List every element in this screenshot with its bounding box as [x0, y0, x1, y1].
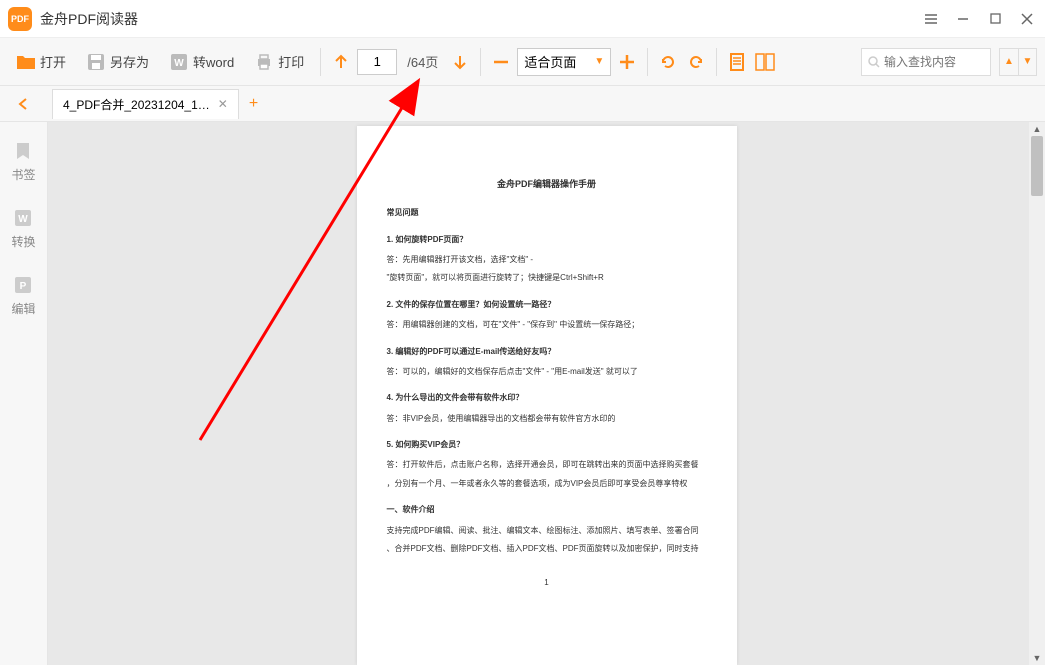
- tab-label: 4_PDF合并_20231204_1…: [63, 96, 210, 113]
- intro-header: 一、软件介绍: [387, 503, 707, 517]
- search-box[interactable]: [861, 48, 991, 76]
- single-page-view-button[interactable]: [725, 50, 749, 74]
- doc-title: 金舟PDF编辑器操作手册: [387, 176, 707, 192]
- separator: [480, 48, 481, 76]
- zoom-in-button[interactable]: [615, 50, 639, 74]
- convert-icon: W: [12, 207, 34, 229]
- search-next-button[interactable]: ▼: [1018, 49, 1036, 75]
- tab-close-button[interactable]: ✕: [218, 97, 228, 111]
- intro-1: 支持完成PDF编辑、阅读、批注、编辑文本、绘图标注、添加照片、填写表单、签署合同: [387, 524, 707, 538]
- q1: 1. 如何旋转PDF页面？: [387, 233, 707, 247]
- zoom-out-button[interactable]: [489, 50, 513, 74]
- search-prev-button[interactable]: ▲: [1000, 49, 1018, 75]
- tab-back-button[interactable]: [12, 93, 34, 115]
- a1-2: "旋转页面"，就可以将页面进行旋转了；快捷键是Ctrl+Shift+R: [387, 271, 707, 285]
- title-bar: PDF 金舟PDF阅读器: [0, 0, 1045, 38]
- a5-2: ，分别有一个月、一年或者永久等的套餐选项，成为VIP会员后即可享受会员尊享特权: [387, 477, 707, 491]
- save-as-label: 另存为: [110, 52, 149, 71]
- q3: 3. 编辑好的PDF可以通过E-mail传送给好友吗？: [387, 345, 707, 359]
- sidebar-item-edit[interactable]: P 编辑: [11, 274, 35, 317]
- print-button[interactable]: 打印: [246, 48, 312, 76]
- sidebar: 书签 W 转换 P 编辑: [0, 122, 48, 665]
- to-word-label: 转word: [193, 52, 234, 71]
- save-as-button[interactable]: 另存为: [78, 48, 157, 76]
- app-logo: PDF: [8, 7, 32, 31]
- svg-text:W: W: [19, 214, 29, 225]
- q4: 4. 为什么导出的文件会带有软件水印？: [387, 391, 707, 405]
- sidebar-convert-label: 转换: [11, 233, 35, 250]
- scroll-up-button[interactable]: ▲: [1029, 122, 1045, 136]
- document-tab[interactable]: 4_PDF合并_20231204_1… ✕: [52, 89, 239, 119]
- sidebar-item-convert[interactable]: W 转换: [11, 207, 35, 250]
- folder-icon: [16, 52, 36, 72]
- zoom-label: 适合页面: [524, 52, 576, 71]
- faq-header: 常见问题: [387, 206, 707, 220]
- print-label: 打印: [278, 52, 304, 71]
- edit-icon: P: [12, 274, 34, 296]
- document-viewer[interactable]: 金舟PDF编辑器操作手册 常见问题 1. 如何旋转PDF页面？ 答：先用编辑器打…: [48, 122, 1045, 665]
- prev-page-button[interactable]: [329, 50, 353, 74]
- separator: [716, 48, 717, 76]
- to-word-button[interactable]: W 转word: [161, 48, 242, 76]
- main-area: 书签 W 转换 P 编辑 金舟PDF编辑器操作手册 常见问题 1. 如何旋转PD…: [0, 122, 1045, 665]
- page-total-label: /64页: [401, 52, 444, 71]
- svg-text:P: P: [20, 281, 27, 292]
- page-number-input[interactable]: [357, 49, 397, 75]
- close-button[interactable]: [1017, 9, 1037, 29]
- a3: 答：可以的，编辑好的文档保存后点击"文件" - "用E-mail发送" 就可以了: [387, 365, 707, 379]
- save-icon: [86, 52, 106, 72]
- tab-bar: 4_PDF合并_20231204_1… ✕ +: [0, 86, 1045, 122]
- open-label: 打开: [40, 52, 66, 71]
- pdf-page: 金舟PDF编辑器操作手册 常见问题 1. 如何旋转PDF页面？ 答：先用编辑器打…: [357, 126, 737, 665]
- print-icon: [254, 52, 274, 72]
- word-icon: W: [169, 52, 189, 72]
- scroll-down-button[interactable]: ▼: [1029, 651, 1045, 665]
- search-nav: ▲ ▼: [999, 48, 1037, 76]
- zoom-select[interactable]: 适合页面 ▼: [517, 48, 611, 76]
- rotate-left-button[interactable]: [656, 50, 680, 74]
- minimize-button[interactable]: [953, 9, 973, 29]
- sidebar-edit-label: 编辑: [11, 300, 35, 317]
- chevron-down-icon: ▼: [594, 56, 604, 67]
- sidebar-item-bookmark[interactable]: 书签: [11, 140, 35, 183]
- menu-icon[interactable]: [921, 9, 941, 29]
- a4: 答：非VIP会员，使用编辑器导出的文档都会带有软件官方水印的: [387, 412, 707, 426]
- rotate-right-button[interactable]: [684, 50, 708, 74]
- next-page-button[interactable]: [448, 50, 472, 74]
- intro-2: 、合并PDF文档、删除PDF文档、插入PDF文档、PDF页面旋转以及加密保护，同…: [387, 542, 707, 556]
- scroll-thumb[interactable]: [1031, 136, 1043, 196]
- open-button[interactable]: 打开: [8, 48, 74, 76]
- maximize-button[interactable]: [985, 9, 1005, 29]
- svg-text:W: W: [174, 58, 184, 69]
- search-input[interactable]: [884, 55, 984, 69]
- a2: 答：用编辑器创建的文档，可在"文件" - "保存到" 中设置统一保存路径；: [387, 318, 707, 332]
- q2: 2. 文件的保存位置在哪里？如何设置统一路径？: [387, 298, 707, 312]
- add-tab-button[interactable]: +: [249, 95, 258, 113]
- a5-1: 答：打开软件后，点击账户名称，选择开通会员，即可在跳转出来的页面中选择购买套餐: [387, 458, 707, 472]
- search-icon: [868, 56, 880, 68]
- two-page-view-button[interactable]: [753, 50, 777, 74]
- window-controls: [921, 9, 1037, 29]
- toolbar: 打开 另存为 W 转word 打印 /64页 适合页面 ▼: [0, 38, 1045, 86]
- separator: [320, 48, 321, 76]
- app-logo-text: PDF: [11, 14, 29, 24]
- separator: [647, 48, 648, 76]
- a1-1: 答：先用编辑器打开该文档，选择"文档" -: [387, 253, 707, 267]
- sidebar-bookmark-label: 书签: [11, 166, 35, 183]
- bookmark-icon: [12, 140, 34, 162]
- app-title: 金舟PDF阅读器: [40, 9, 921, 29]
- q5: 5. 如何购买VIP会员？: [387, 438, 707, 452]
- page-number: 1: [387, 576, 707, 590]
- vertical-scrollbar[interactable]: ▲ ▼: [1029, 122, 1045, 665]
